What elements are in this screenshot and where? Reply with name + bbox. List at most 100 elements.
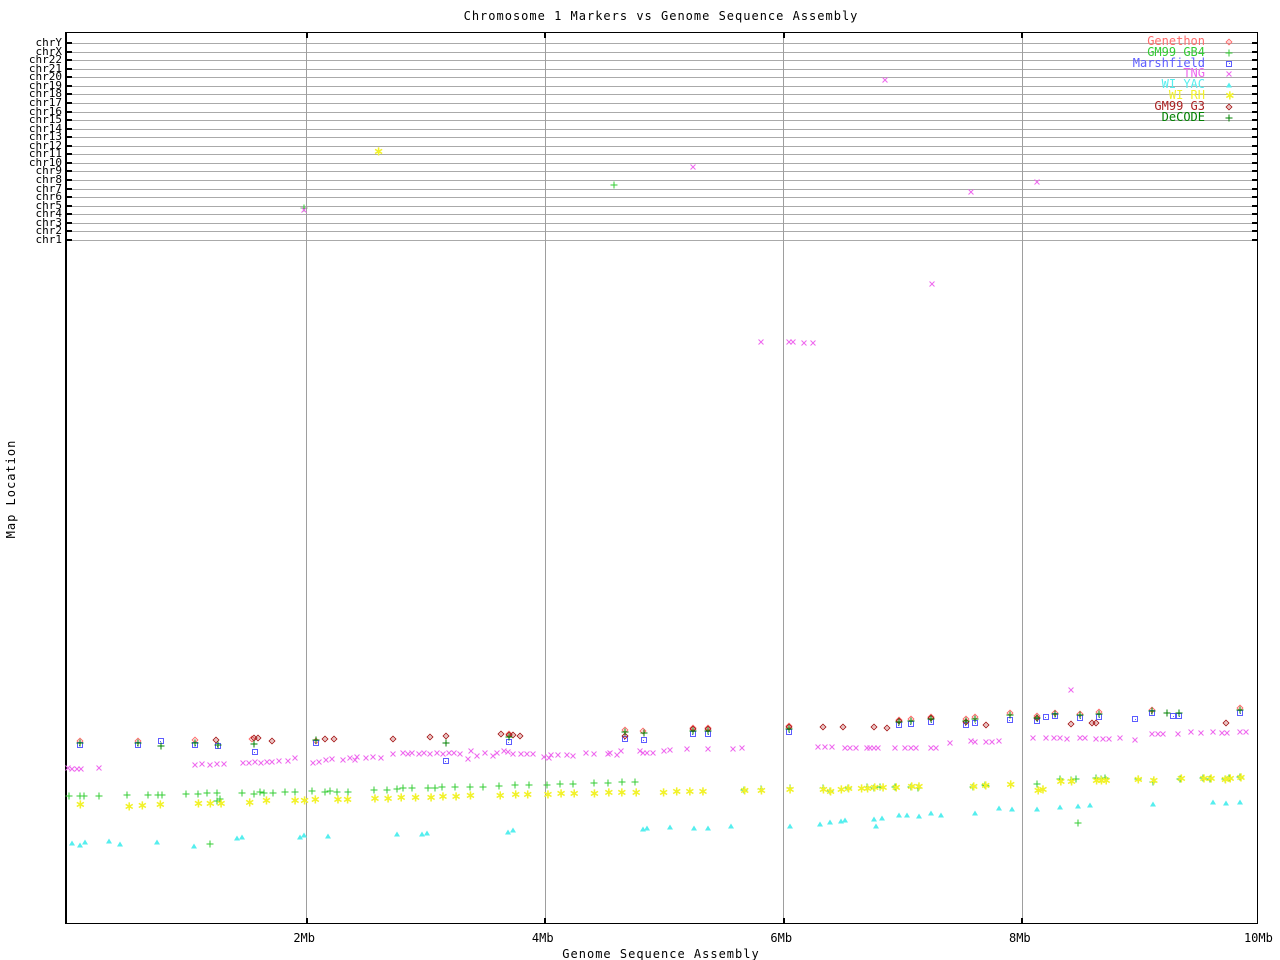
data-point-wi-rh: ∗: [913, 779, 925, 795]
chromosome-gridline: [67, 145, 1257, 147]
chromosome-gridline: [67, 214, 1257, 216]
data-point-tng: [808, 338, 818, 348]
data-point-tng: [1080, 733, 1090, 743]
data-point-wi-rh: ∗: [382, 791, 394, 807]
data-point-wi-yac: [393, 831, 400, 837]
legend-marker-star: ∗: [1224, 88, 1236, 104]
y-tick-left: [67, 161, 72, 164]
data-point-wi-yac: [238, 834, 245, 840]
data-point-wi-yac: [870, 816, 877, 822]
data-point-decode: [785, 725, 793, 733]
y-tick-right: [1252, 127, 1257, 130]
data-point-wi-rh: ∗: [522, 787, 534, 803]
y-tick-left: [67, 101, 72, 104]
y-tick-right: [1252, 84, 1257, 87]
data-point-decode: [1095, 710, 1103, 718]
y-tick-right: [1252, 67, 1257, 70]
data-point-wi-rh: ∗: [369, 791, 381, 807]
data-point-wi-yac: [1086, 802, 1093, 808]
data-point-wi-yac: [191, 843, 198, 849]
data-point-decode: [689, 727, 697, 735]
chromosome-gridline: [67, 231, 1257, 233]
x-tick-label: 2Mb: [293, 931, 315, 945]
data-point-wi-rh: ∗: [215, 796, 227, 812]
y-tick-right: [1252, 196, 1257, 199]
y-tick-right: [1252, 187, 1257, 190]
data-point-tng: [827, 742, 837, 752]
data-point-tng: [1173, 729, 1183, 739]
x-tick-top: [544, 33, 547, 38]
data-point-tng: [945, 738, 955, 748]
x-tick-label: 8Mb: [1008, 931, 1031, 945]
y-tick-left: [67, 144, 72, 147]
chromosome-gridline: [67, 171, 1257, 173]
x-tick-bottom: [1021, 918, 1024, 923]
data-point-gm99-g3: [516, 732, 524, 740]
data-point-tng: [94, 763, 104, 773]
data-point-wi-yac: [705, 825, 712, 831]
y-tick-left: [67, 196, 72, 199]
y-tick-right: [1252, 59, 1257, 62]
data-point-wi-rh: ∗: [1100, 773, 1112, 789]
data-point-gm99-g3: [426, 733, 434, 741]
legend-label: Marshfield: [1132, 55, 1205, 70]
data-point-tng: [1115, 733, 1125, 743]
y-tick-right: [1252, 179, 1257, 181]
data-point-wi-yac: [69, 840, 76, 846]
data-point-wi-rh: ∗: [450, 789, 462, 805]
data-point-tng: [327, 754, 337, 764]
y-tick-left: [67, 119, 72, 122]
data-point-gm99-g3: [1067, 720, 1075, 728]
data-point-tng: [682, 744, 692, 754]
y-tick-left: [67, 93, 72, 96]
x-tick-bottom: [305, 918, 308, 923]
data-point-decode: [157, 742, 165, 750]
data-point-wi-rh: ∗: [784, 782, 796, 798]
data-point-gm99-gb4: [610, 181, 618, 189]
y-tick-right: [1252, 238, 1257, 241]
y-tick-right: [1252, 213, 1257, 216]
data-point-wi-rh: ∗: [739, 783, 751, 799]
data-point-wi-yac: [690, 825, 697, 831]
data-point-wi-yac: [787, 823, 794, 829]
data-point-decode: [134, 739, 142, 747]
data-point-wi-yac: [873, 823, 880, 829]
data-point-wi-yac: [879, 815, 886, 821]
data-point-wi-rh: ∗: [671, 784, 683, 800]
data-point-gm99-g3: [870, 723, 878, 731]
x-tick-top: [1021, 33, 1024, 38]
data-point-gm99-g3: [982, 721, 990, 729]
data-point-wi-rh: ∗: [589, 786, 601, 802]
data-point-tng: [1066, 685, 1076, 695]
data-point-tng: [728, 744, 738, 754]
data-point-gm99-gb4: [206, 840, 214, 848]
data-point-wi-yac: [117, 841, 124, 847]
data-point-wi-rh: ∗: [1205, 771, 1217, 787]
legend-marker-plus: [1225, 49, 1233, 57]
y-tick-right: [1252, 221, 1257, 224]
data-point-decode: [1033, 714, 1041, 722]
y-tick-label: chr1: [35, 232, 63, 246]
data-point-decode: [1175, 709, 1183, 717]
data-point-decode: [1163, 709, 1171, 717]
data-point-decode: [927, 715, 935, 723]
data-point-wi-yac: [300, 832, 307, 838]
y-tick-right: [1252, 204, 1257, 207]
data-point-gm99-gb4: [479, 783, 487, 791]
data-point-gm99-g3: [1092, 719, 1100, 727]
y-tick-left: [67, 187, 72, 190]
data-point-wi-rh: ∗: [1235, 770, 1247, 786]
x-tick-label: 4Mb: [531, 931, 554, 945]
data-point-tng: [388, 749, 398, 759]
chart-title: Chromosome 1 Markers vs Genome Sequence …: [463, 9, 859, 23]
data-point-wi-rh: ∗: [410, 790, 422, 806]
y-tick-right: [1252, 76, 1257, 79]
data-point-tng: [1241, 727, 1251, 737]
data-point-decode: [505, 733, 513, 741]
data-point-wi-rh: ∗: [877, 780, 889, 796]
chromosome-gridline: [67, 239, 1257, 241]
x-tick-top: [305, 33, 308, 38]
y-tick-left: [67, 179, 72, 181]
data-point-marshfield: [442, 758, 449, 764]
y-tick-left: [67, 221, 72, 224]
